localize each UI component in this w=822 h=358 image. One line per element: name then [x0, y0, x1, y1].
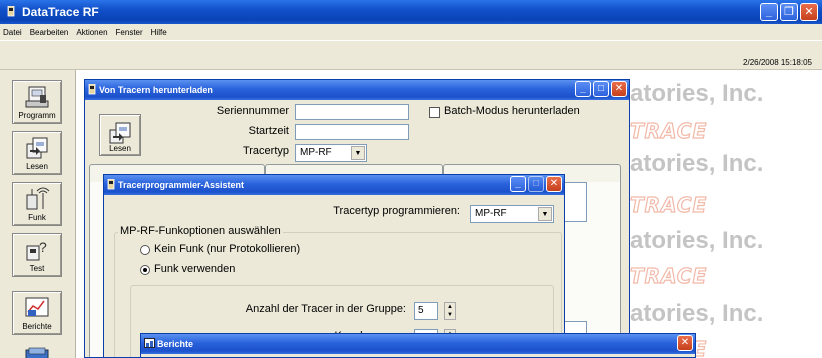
tracer-count-label: Anzahl der Tracer in der Gruppe:: [245, 303, 406, 315]
tracer-type-label: Tracertyp: [242, 145, 289, 157]
chevron-down-icon[interactable]: ▼: [447, 312, 453, 318]
window-icon: [88, 84, 96, 95]
radio-use-radio[interactable]: [140, 265, 150, 275]
menu-aktionen[interactable]: Aktionen: [73, 28, 112, 37]
svg-text:?: ?: [39, 239, 47, 255]
watermark-text: atories, Inc.: [630, 80, 764, 107]
batch-mode-checkbox[interactable]: [429, 107, 440, 118]
reports-title: Berichte: [157, 339, 194, 349]
sidebar-item-label: Lesen: [26, 162, 48, 171]
close-button[interactable]: ✕: [546, 176, 562, 192]
tracer-type-select[interactable]: MP-RF ▼: [295, 144, 367, 162]
sidebar-item-test[interactable]: ? Test: [12, 233, 62, 277]
lesen-button-label: Lesen: [109, 144, 131, 153]
reports-icon: [25, 297, 49, 317]
app-title: DataTrace RF: [22, 5, 99, 19]
watermark-logo: TRACE: [630, 194, 707, 216]
app-title-bar: DataTrace RF _ ❐ ✕: [0, 0, 822, 24]
minimize-button[interactable]: _: [760, 3, 778, 21]
sidebar-item-lesen[interactable]: Lesen: [12, 131, 62, 175]
sidebar-item-label: Test: [29, 264, 45, 273]
minimize-button[interactable]: _: [575, 81, 591, 97]
folder-stack-icon: [25, 347, 49, 358]
tracer-type-value: MP-RF: [300, 147, 332, 158]
maximize-button[interactable]: □: [528, 176, 544, 192]
sidebar-item-berichte[interactable]: Berichte: [12, 291, 62, 335]
wizard-title-bar: Tracerprogrammier-Assistent _ □ ✕: [104, 175, 564, 195]
maximize-button[interactable]: □: [593, 81, 609, 97]
download-window-title-bar: Von Tracern herunterladen _ □ ✕: [85, 80, 629, 100]
menu-fenster[interactable]: Fenster: [113, 28, 148, 37]
sidebar-item-programm[interactable]: Programm: [12, 80, 62, 124]
menu-datei[interactable]: Datei: [0, 28, 27, 37]
radio-options-group-title: MP-RF-Funkoptionen auswählen: [118, 225, 283, 237]
program-tracer-icon: [25, 86, 49, 108]
status-strip: 2/26/2008 15:18:05: [0, 40, 822, 70]
sidebar-toolbar: Programm Lesen Funk ? Test Berichte: [0, 70, 76, 358]
reports-window: Berichte ✕: [140, 333, 696, 358]
program-type-select[interactable]: MP-RF ▼: [470, 205, 554, 223]
chevron-down-icon[interactable]: ▼: [538, 207, 552, 221]
svg-text:TRACE: TRACE: [630, 194, 707, 216]
sidebar-item-label: Berichte: [22, 322, 52, 331]
panel-list-box[interactable]: [563, 182, 587, 222]
menu-bearbeiten[interactable]: Bearbeiten: [27, 28, 74, 37]
reports-icon: [144, 338, 155, 348]
svg-text:TRACE: TRACE: [630, 120, 707, 142]
wizard-title: Tracerprogrammier-Assistent: [118, 180, 245, 190]
menu-bar: Datei Bearbeiten Aktionen Fenster Hilfe: [0, 24, 822, 40]
tracer-count-input[interactable]: 5: [414, 302, 438, 320]
radio-no-radio[interactable]: [140, 245, 150, 255]
radio-antenna-icon: [26, 187, 50, 210]
sidebar-item-funk[interactable]: Funk: [12, 182, 62, 226]
radio-no-radio-label: Kein Funk (nur Protokollieren): [154, 243, 301, 255]
lesen-button[interactable]: Lesen: [99, 114, 141, 156]
read-tracer-icon: [26, 137, 48, 159]
restore-button[interactable]: ❐: [780, 3, 798, 21]
serial-number-field[interactable]: [295, 104, 409, 120]
program-type-label: Tracertyp programmieren:: [333, 205, 460, 217]
watermark-text: atories, Inc.: [630, 150, 764, 177]
chevron-up-icon[interactable]: ▲: [447, 304, 453, 310]
start-time-label: Startzeit: [248, 125, 289, 137]
reports-title-bar: Berichte ✕: [141, 334, 695, 354]
watermark-text: atories, Inc.: [630, 300, 764, 327]
sidebar-item-partial[interactable]: [12, 346, 62, 358]
program-type-value: MP-RF: [475, 208, 507, 219]
sidebar-item-label: Funk: [28, 213, 46, 222]
chevron-down-icon[interactable]: ▼: [351, 146, 365, 160]
download-window-title: Von Tracern herunterladen: [99, 85, 213, 95]
watermark-text: atories, Inc.: [630, 227, 764, 254]
window-icon: [107, 179, 115, 190]
serial-number-label: Seriennummer: [216, 105, 289, 117]
watermark-logo: TRACE: [630, 265, 707, 287]
radio-use-radio-label: Funk verwenden: [154, 263, 236, 275]
svg-text:TRACE: TRACE: [630, 265, 707, 287]
sidebar-item-label: Programm: [18, 111, 56, 120]
datatrace-app-icon: [7, 6, 15, 17]
tracer-count-stepper[interactable]: ▲ ▼: [444, 302, 456, 320]
close-button[interactable]: ✕: [611, 81, 627, 97]
programming-wizard-window: Tracerprogrammier-Assistent _ □ ✕ Tracer…: [103, 174, 565, 358]
menu-hilfe[interactable]: Hilfe: [148, 28, 172, 37]
close-button[interactable]: ✕: [800, 3, 818, 21]
close-button[interactable]: ✕: [677, 335, 693, 351]
minimize-button[interactable]: _: [510, 176, 526, 192]
read-tracer-icon: [109, 122, 131, 144]
batch-mode-label: Batch-Modus herunterladen: [444, 105, 580, 117]
watermark-logo: TRACE: [630, 120, 707, 142]
test-tracer-icon: ?: [26, 239, 47, 261]
start-time-field[interactable]: [295, 124, 409, 140]
datetime-display: 2/26/2008 15:18:05: [743, 58, 812, 67]
